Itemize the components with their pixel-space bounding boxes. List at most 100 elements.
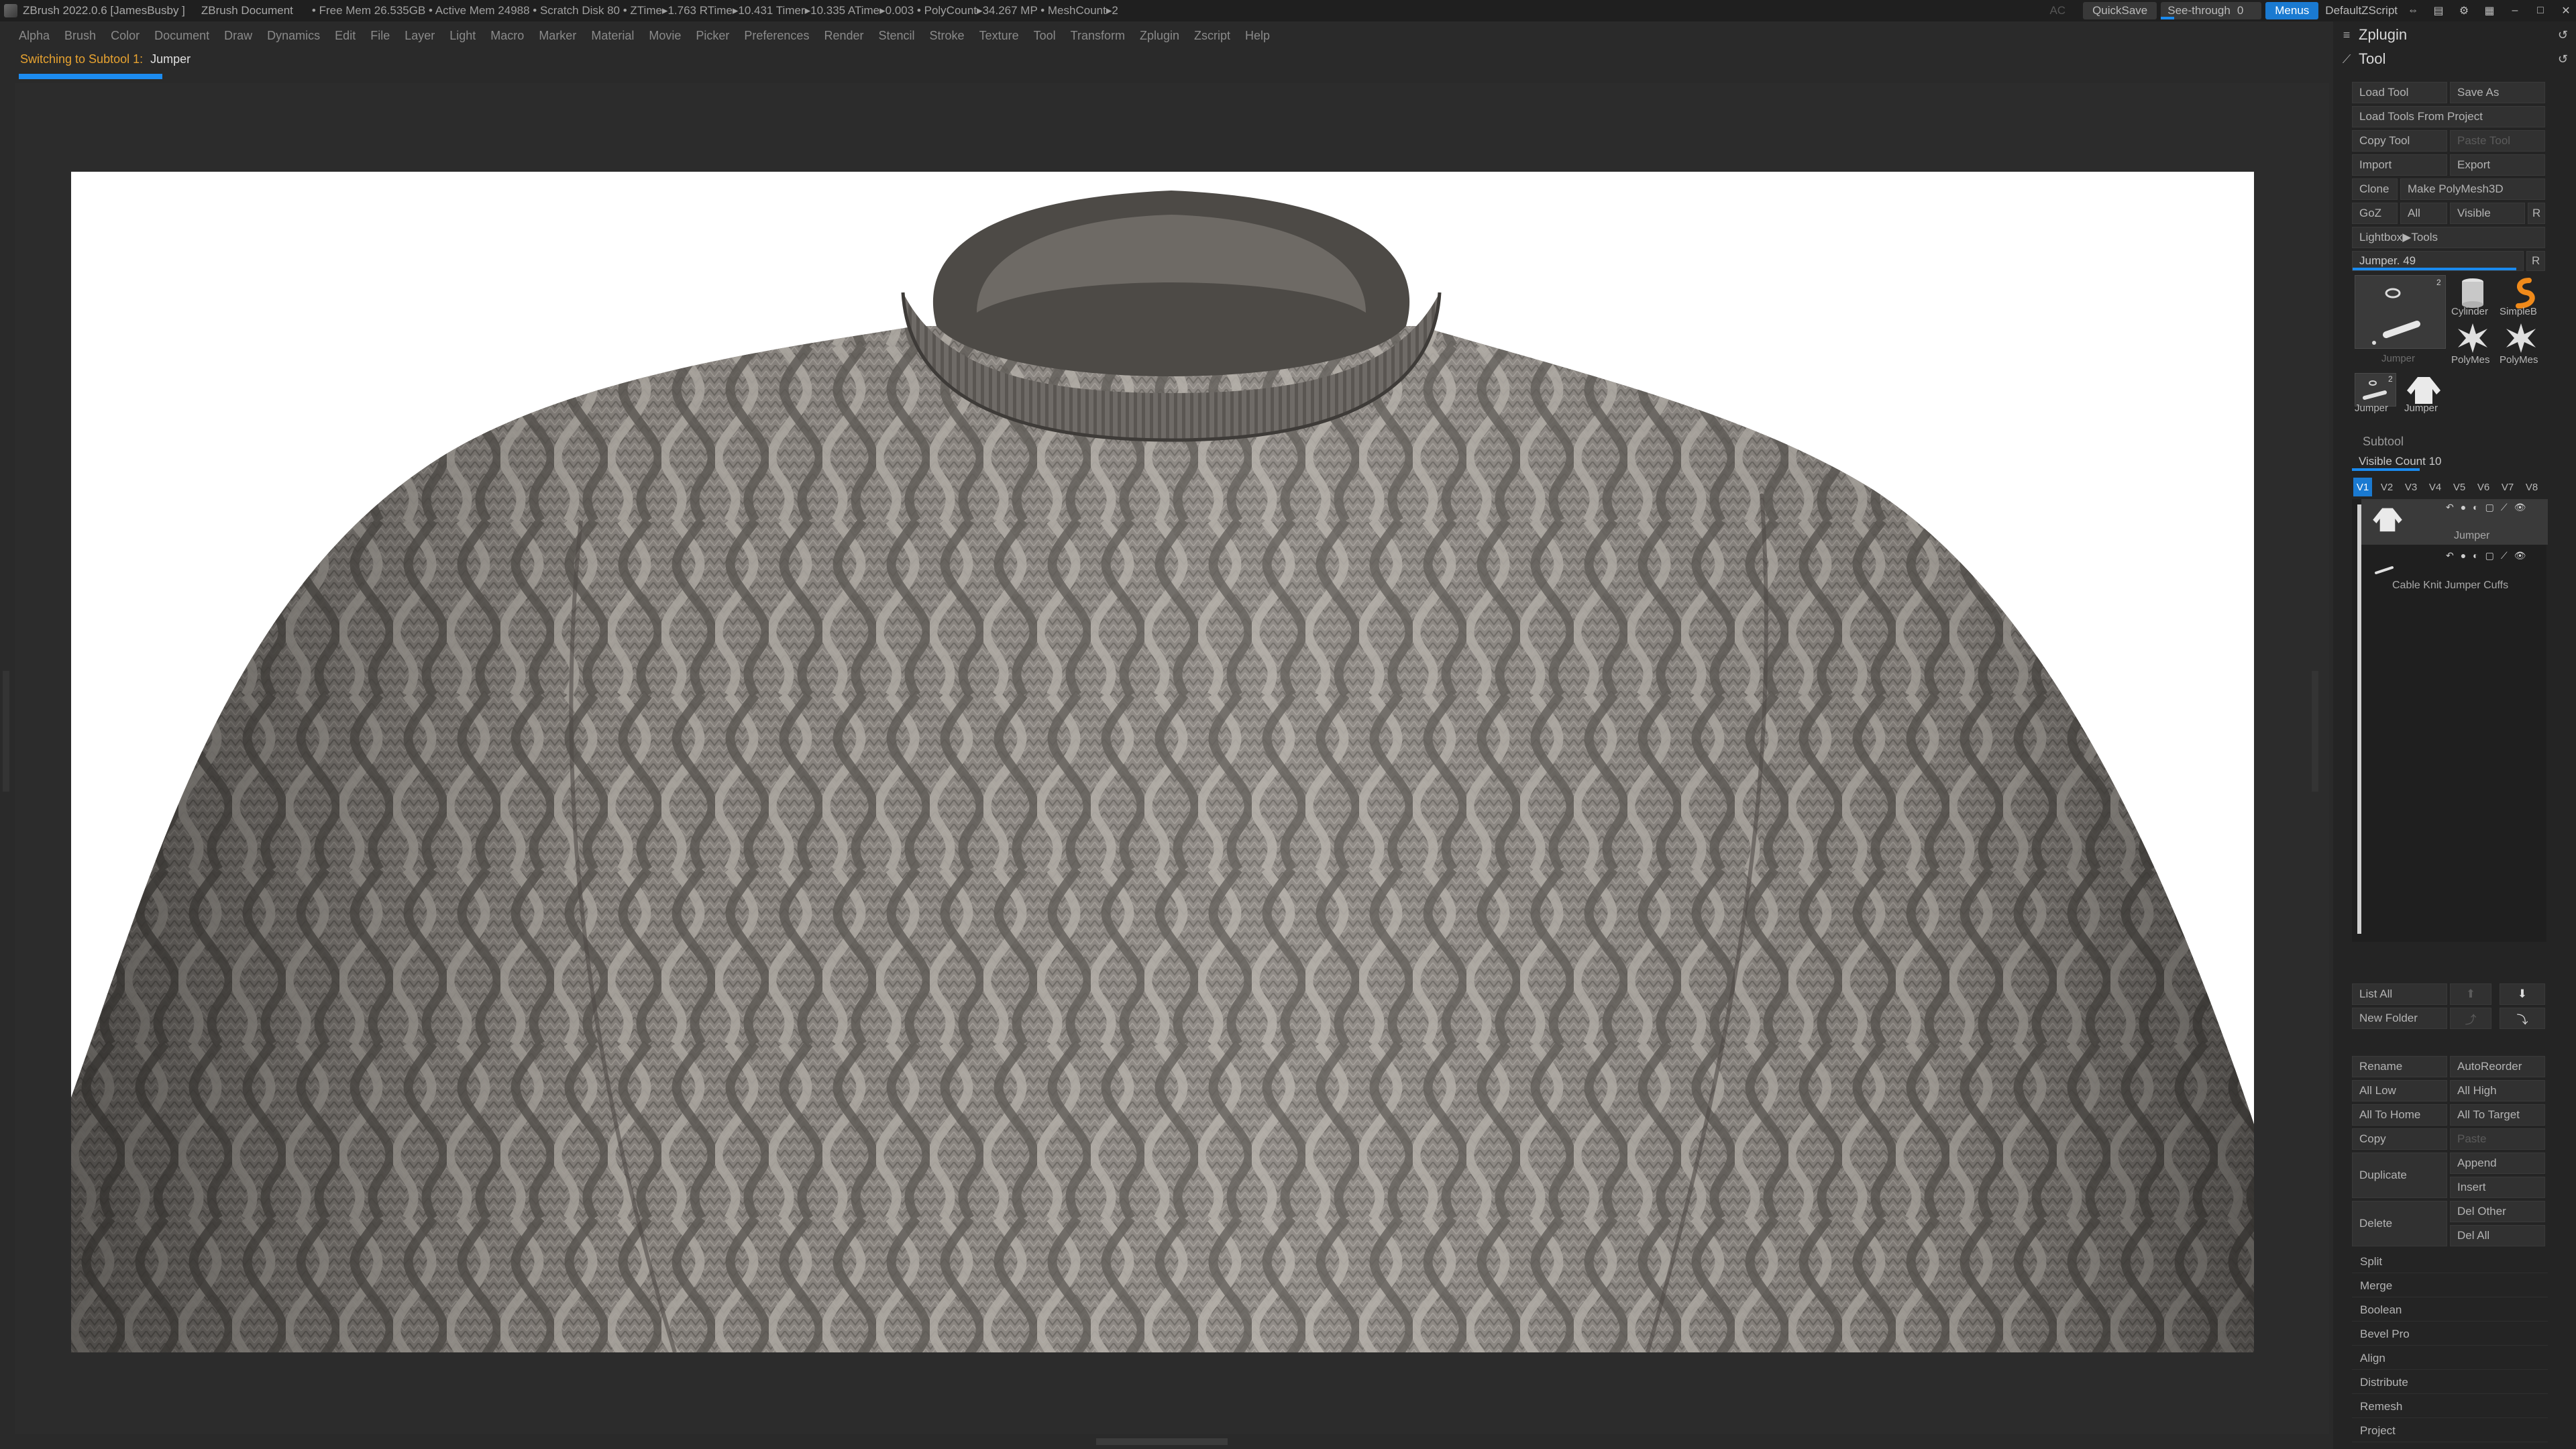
all-high-button[interactable]: All High — [2450, 1080, 2545, 1102]
lightbox-tools-button[interactable]: Lightbox▶Tools — [2352, 227, 2545, 248]
menu-tool[interactable]: Tool — [1034, 29, 1056, 43]
version-tab-v6[interactable]: V6 — [2474, 478, 2493, 496]
del-other-button[interactable]: Del Other — [2450, 1201, 2545, 1222]
menu-preferences[interactable]: Preferences — [744, 29, 809, 43]
export-button[interactable]: Export — [2450, 154, 2545, 176]
paste-subtool-button[interactable]: Paste — [2450, 1128, 2545, 1150]
clone-button[interactable]: Clone — [2352, 178, 2398, 200]
jumper-main-thumbnail-icon[interactable] — [2355, 275, 2446, 349]
goz-r-button[interactable]: R — [2528, 203, 2545, 224]
visible-count-slider[interactable]: Visible Count 10 — [2352, 452, 2545, 471]
tool-brush-icon[interactable]: ⟋ — [2339, 52, 2355, 66]
polymesh-star-icon[interactable] — [2451, 321, 2497, 356]
menu-light[interactable]: Light — [449, 29, 476, 43]
menu-picker[interactable]: Picker — [696, 29, 729, 43]
menu-layer[interactable]: Layer — [405, 29, 435, 43]
goz-all-button[interactable]: All — [2400, 203, 2447, 224]
load-tool-button[interactable]: Load Tool — [2352, 82, 2447, 103]
make-polymesh3d-button[interactable]: Make PolyMesh3D — [2400, 178, 2545, 200]
menu-render[interactable]: Render — [824, 29, 863, 43]
new-folder-button[interactable]: New Folder — [2352, 1008, 2447, 1029]
subpalette-split[interactable]: Split — [2352, 1250, 2548, 1273]
subpalette-merge[interactable]: Merge — [2352, 1275, 2548, 1297]
menu-movie[interactable]: Movie — [649, 29, 681, 43]
menu-stroke[interactable]: Stroke — [930, 29, 965, 43]
bottom-tray-handle[interactable] — [1096, 1438, 1228, 1445]
zplugin-reset-icon[interactable]: ↺ — [2558, 28, 2568, 42]
subpalette-bevel-pro[interactable]: Bevel Pro — [2352, 1323, 2548, 1346]
menu-marker[interactable]: Marker — [539, 29, 576, 43]
layout-left-icon[interactable]: ▤ — [2428, 3, 2449, 18]
version-tab-v5[interactable]: V5 — [2450, 478, 2469, 496]
menu-help[interactable]: Help — [1245, 29, 1270, 43]
menu-texture[interactable]: Texture — [979, 29, 1019, 43]
menu-dynamics[interactable]: Dynamics — [267, 29, 320, 43]
rename-button[interactable]: Rename — [2352, 1056, 2447, 1077]
left-tray-handle[interactable] — [3, 671, 9, 792]
copy-subtool-button[interactable]: Copy — [2352, 1128, 2447, 1150]
document-canvas[interactable] — [71, 172, 2254, 1352]
version-tab-v3[interactable]: V3 — [2402, 478, 2420, 496]
subpalette-align[interactable]: Align — [2352, 1347, 2548, 1370]
tool-palette-header[interactable]: ⟋ Tool ↺ — [2333, 47, 2576, 71]
menu-alpha[interactable]: Alpha — [19, 29, 50, 43]
folder-down-icon[interactable]: ⤵ — [2500, 1008, 2545, 1029]
all-to-home-button[interactable]: All To Home — [2352, 1104, 2447, 1126]
subtool-section-title[interactable]: Subtool — [2363, 435, 2404, 449]
menu-brush[interactable]: Brush — [64, 29, 96, 43]
subtool-visibility-controls[interactable]: ↶●◐▢⟋👁 — [2446, 502, 2532, 513]
layout-gear-icon[interactable]: ⚙ — [2454, 3, 2474, 18]
menu-document[interactable]: Document — [154, 29, 209, 43]
quicksave-button[interactable]: QuickSave — [2083, 2, 2157, 19]
subpalette-remesh[interactable]: Remesh — [2352, 1395, 2548, 1418]
move-up-icon[interactable]: ⬆ — [2450, 983, 2491, 1005]
folder-up-icon[interactable]: ⤴ — [2450, 1008, 2491, 1029]
menu-material[interactable]: Material — [591, 29, 634, 43]
tool-reset-icon[interactable]: ↺ — [2558, 52, 2568, 66]
palette-dock-icon[interactable]: ≡ — [2339, 28, 2355, 42]
menu-file[interactable]: File — [370, 29, 390, 43]
jumper-model-render[interactable] — [71, 172, 2254, 1352]
close-icon[interactable]: ✕ — [2556, 3, 2576, 18]
layout-arrows-icon[interactable]: ⇔ — [2403, 3, 2423, 18]
default-zscript-button[interactable]: DefaultZScript — [2325, 4, 2398, 17]
zplugin-palette-header[interactable]: ≡ Zplugin ↺ — [2333, 23, 2576, 47]
goz-button[interactable]: GoZ — [2352, 203, 2398, 224]
duplicate-button[interactable]: Duplicate — [2352, 1152, 2447, 1198]
menus-toggle-button[interactable]: Menus — [2265, 2, 2319, 19]
right-tray-handle[interactable] — [2312, 671, 2318, 792]
menu-macro[interactable]: Macro — [490, 29, 524, 43]
list-all-button[interactable]: List All — [2352, 983, 2447, 1005]
subpalette-distribute[interactable]: Distribute — [2352, 1371, 2548, 1394]
subtool-item-cable-knit-jumper-cuffs[interactable]: ↶●◐▢⟋👁 Cable Knit Jumper Cuffs — [2361, 549, 2548, 594]
version-tab-v1[interactable]: V1 — [2353, 478, 2372, 496]
delete-button[interactable]: Delete — [2352, 1201, 2447, 1246]
menu-stencil[interactable]: Stencil — [879, 29, 915, 43]
maximize-icon[interactable]: □ — [2530, 3, 2551, 18]
jumper-garment-icon[interactable] — [2403, 373, 2445, 407]
minimize-icon[interactable]: – — [2505, 3, 2525, 18]
layout-grid-icon[interactable]: ▦ — [2479, 3, 2500, 18]
menu-draw[interactable]: Draw — [224, 29, 252, 43]
subtool-visibility-controls[interactable]: ↶●◐▢⟋👁 — [2446, 550, 2532, 561]
paste-tool-button[interactable]: Paste Tool — [2450, 130, 2545, 152]
tool-slider-r-button[interactable]: R — [2526, 251, 2545, 271]
tool-selection-slider[interactable]: Jumper. 49 — [2352, 251, 2524, 271]
menu-transform[interactable]: Transform — [1071, 29, 1125, 43]
polymesh-star-icon[interactable] — [2500, 321, 2545, 356]
subtool-item-jumper[interactable]: ↶●◐▢⟋👁 Jumper — [2361, 499, 2548, 545]
version-tab-v4[interactable]: V4 — [2426, 478, 2445, 496]
all-to-target-button[interactable]: All To Target — [2450, 1104, 2545, 1126]
save-as-button[interactable]: Save As — [2450, 82, 2545, 103]
autoreorder-button[interactable]: AutoReorder — [2450, 1056, 2545, 1077]
menu-edit[interactable]: Edit — [335, 29, 356, 43]
move-down-icon[interactable]: ⬇ — [2500, 983, 2545, 1005]
subpalette-boolean[interactable]: Boolean — [2352, 1299, 2548, 1322]
version-tab-v2[interactable]: V2 — [2377, 478, 2396, 496]
insert-button[interactable]: Insert — [2450, 1177, 2545, 1198]
menu-color[interactable]: Color — [111, 29, 140, 43]
menu-zscript[interactable]: Zscript — [1194, 29, 1230, 43]
import-button[interactable]: Import — [2352, 154, 2447, 176]
see-through-slider[interactable]: See-through 0 — [2161, 2, 2262, 19]
copy-tool-button[interactable]: Copy Tool — [2352, 130, 2447, 152]
